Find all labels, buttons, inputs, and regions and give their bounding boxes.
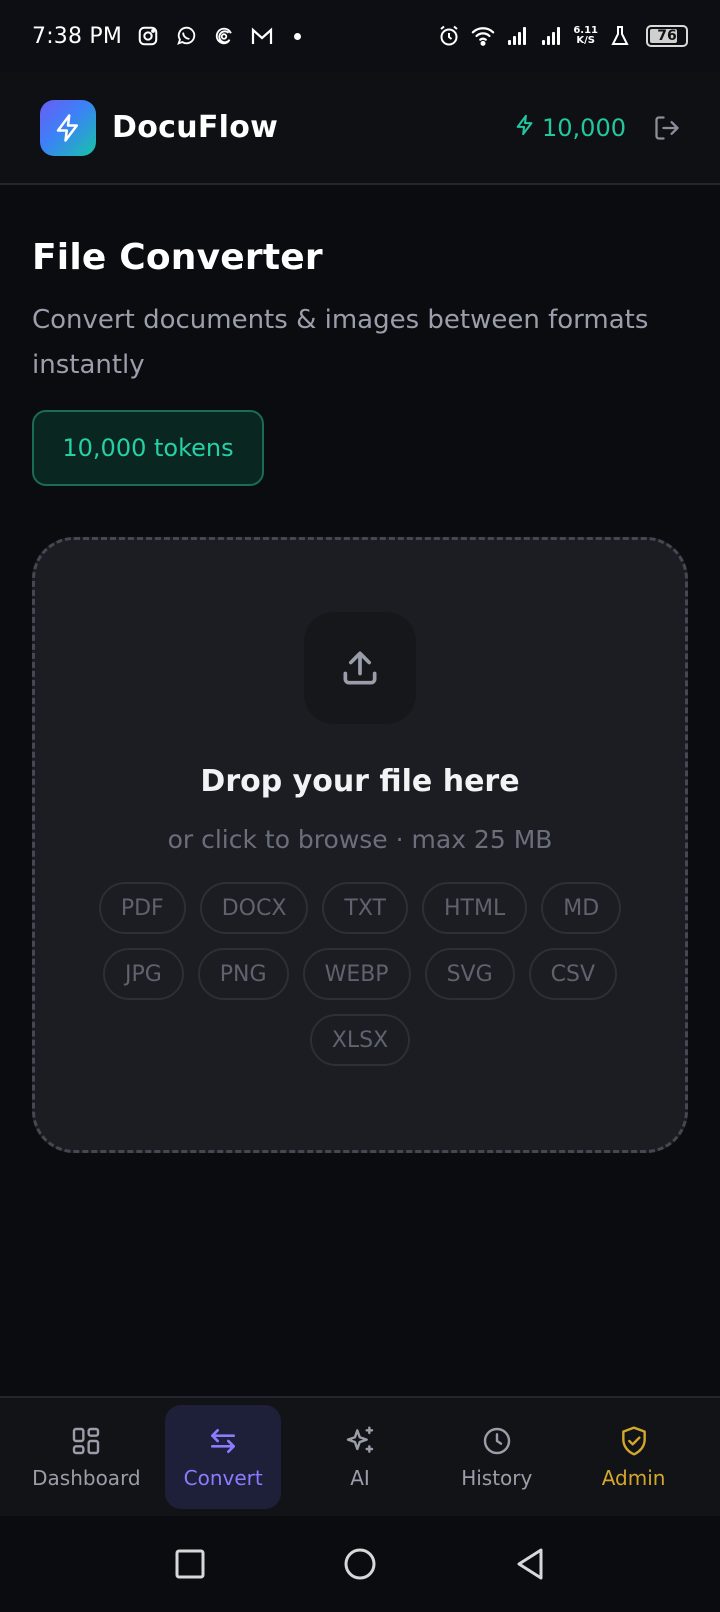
nav-dashboard[interactable]: Dashboard [28,1405,144,1509]
nav-history[interactable]: History [439,1405,555,1509]
nav-admin[interactable]: Admin [576,1405,692,1509]
app-header: DocuFlow 10,000 [0,72,720,185]
header-actions: 10,000 [514,113,682,143]
format-chip: WEBP [302,948,411,1000]
battery-icon: 76 [646,25,688,47]
format-chip: XLSX [309,1014,411,1066]
page-subtitle: Convert documents & images between forma… [32,305,649,380]
logout-button[interactable] [652,113,682,143]
page-title: File Converter [32,237,323,278]
format-chip: PDF [98,882,186,934]
swap-icon [206,1424,240,1458]
status-bar: 7:38 PM 6.11 K/S 76 [0,0,720,72]
format-chip: SVG [424,948,515,1000]
sparkle-icon [343,1424,377,1458]
wifi-icon [471,24,495,48]
status-bar-left: 7:38 PM [32,23,302,49]
dropzone-subtitle: or click to browse · max 25 MB [167,825,553,854]
format-chip: DOCX [199,882,309,934]
brand-name: DocuFlow [112,110,279,145]
brand[interactable]: DocuFlow [40,99,279,156]
format-chip: HTML [421,882,528,934]
whatsapp-icon [174,24,198,48]
file-dropzone[interactable]: Drop your file here or click to browse ·… [32,537,688,1153]
signal-icon [505,24,529,48]
nav-convert[interactable]: Convert [165,1405,282,1509]
format-chip: MD [541,882,622,934]
grid-icon [69,1424,103,1458]
threads-icon [212,24,236,48]
lightning-logo-icon [40,99,96,156]
token-balance: 10,000 [514,113,626,143]
lightning-icon [514,113,536,143]
home-circle-icon[interactable] [340,1544,380,1584]
main-content: File Converter Convert documents & image… [32,185,688,1153]
nav-admin-label: Admin [601,1466,666,1490]
format-chip: TXT [322,882,408,934]
signal-icon [539,24,563,48]
bottom-nav: Dashboard Convert AI History Admin [0,1396,720,1516]
format-chip: PNG [197,948,289,1000]
recents-square-icon[interactable] [170,1544,210,1584]
status-time: 7:38 PM [32,23,123,49]
format-chip: JPG [102,948,184,1000]
nav-history-label: History [461,1466,533,1490]
shield-check-icon [617,1424,651,1458]
lab-icon [608,24,632,48]
nav-ai-label: AI [350,1466,370,1490]
alarm-icon [437,24,461,48]
nav-convert-label: Convert [183,1466,263,1490]
system-nav-bar [0,1516,720,1612]
net-speed-unit: K/S [576,35,595,46]
nav-ai[interactable]: AI [302,1405,418,1509]
status-bar-right: 6.11 K/S 76 [437,24,688,48]
instagram-icon [136,24,160,48]
gmail-icon [250,24,274,48]
nav-dashboard-label: Dashboard [32,1466,141,1490]
back-triangle-icon[interactable] [510,1544,550,1584]
dropzone-title: Drop your file here [200,764,520,799]
token-balance-value: 10,000 [542,113,626,142]
token-badge: 10,000 tokens [32,410,264,486]
clock-icon [480,1424,514,1458]
upload-icon [304,612,416,724]
format-chip: CSV [528,948,618,1000]
net-speed: 6.11 K/S [573,26,598,46]
battery-level: 76 [657,28,677,44]
notification-dot-icon [294,32,302,40]
format-list: PDF DOCX TXT HTML MD JPG PNG WEBP SVG CS… [80,882,640,1066]
